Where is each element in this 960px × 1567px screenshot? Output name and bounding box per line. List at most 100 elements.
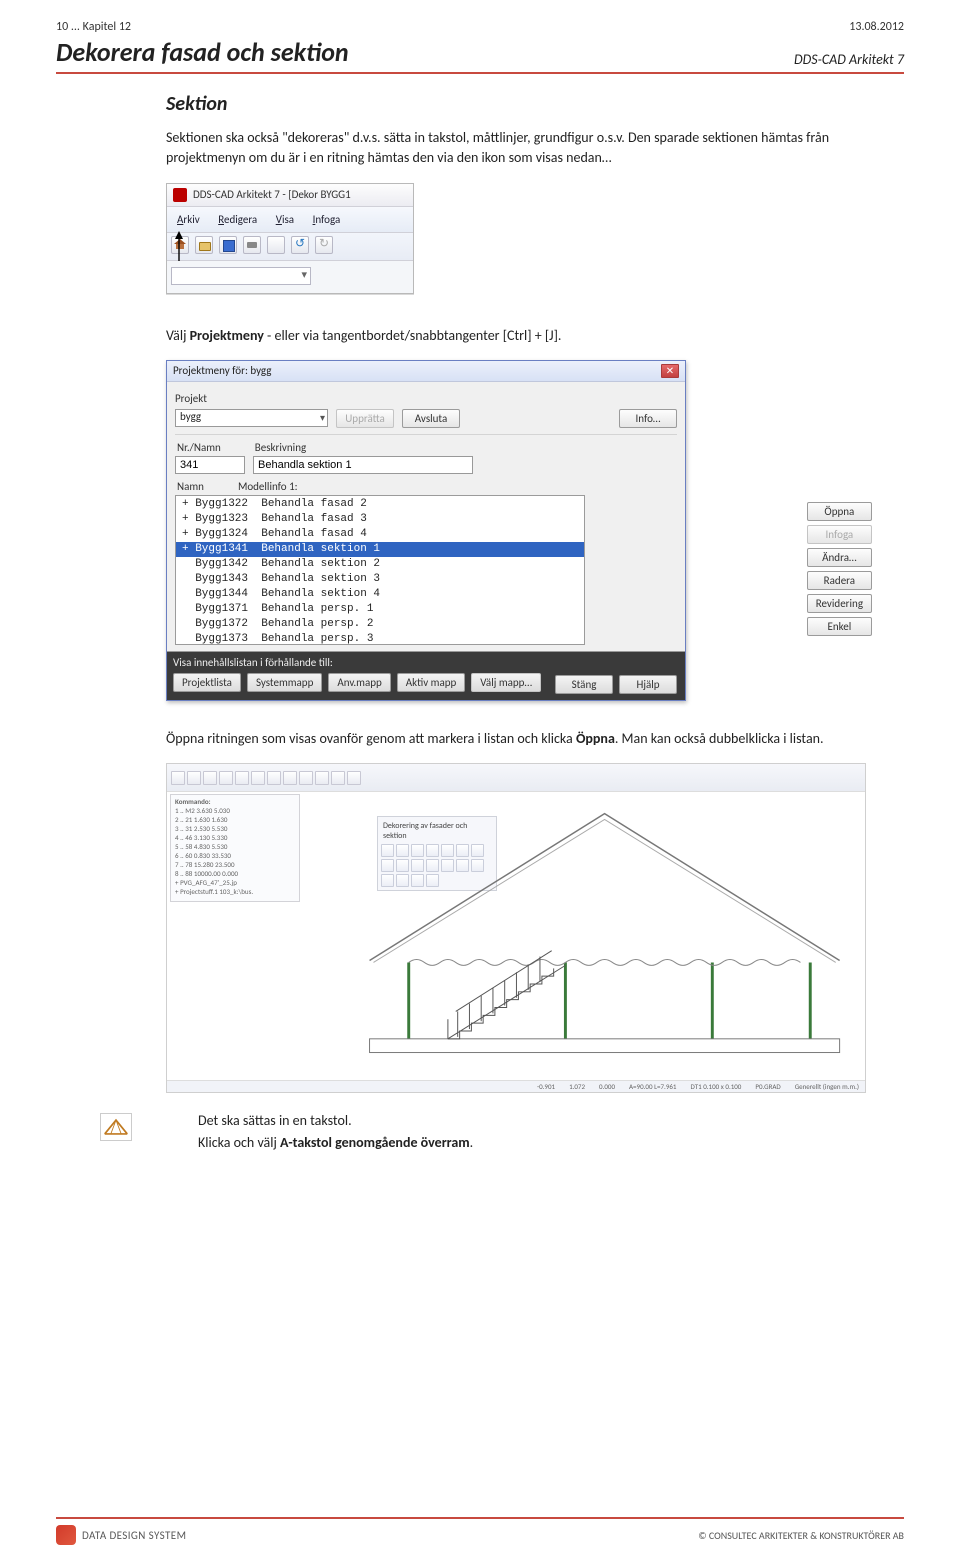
avsluta-button[interactable]: Avsluta — [402, 409, 460, 428]
tool-icon-generic[interactable] — [203, 771, 217, 785]
list-item[interactable]: + Bygg1323 Behandla fasad 3 — [176, 512, 584, 527]
tool-icon-generic[interactable] — [299, 771, 313, 785]
mid-paragraph: Välj Projektmeny - eller via tangentbord… — [166, 326, 884, 346]
tool-icon-generic[interactable] — [187, 771, 201, 785]
aktivmapp-button[interactable]: Aktiv mapp — [397, 673, 466, 692]
tool-icon-generic[interactable] — [219, 771, 233, 785]
menu-arkiv[interactable]: AArkivrkiv — [169, 211, 208, 228]
end-line-1: Det ska sättas in en takstol. — [166, 1111, 884, 1131]
save-icon[interactable] — [219, 236, 237, 254]
number-input[interactable] — [175, 456, 245, 474]
enkel-button[interactable]: Enkel — [807, 617, 872, 636]
hjalp-button[interactable]: Hjälp — [619, 675, 677, 694]
menu-visa[interactable]: Visa — [268, 211, 302, 228]
valjmapp-button[interactable]: Välj mapp… — [471, 673, 541, 692]
cad-canvas[interactable] — [307, 794, 863, 1078]
tool-icon-generic[interactable] — [315, 771, 329, 785]
command-line: 4 .. 46 3.130 5.330 — [175, 833, 295, 842]
undo-icon[interactable] — [291, 236, 309, 254]
redo-icon[interactable] — [315, 236, 333, 254]
command-panel-title: Kommando: — [175, 797, 295, 806]
info-button[interactable]: Info… — [619, 409, 677, 428]
doc-title-row: Dekorera fasad och sektion DDS-CAD Arkit… — [56, 36, 904, 74]
list-item[interactable]: Bygg1372 Behandla persp. 2 — [176, 617, 584, 632]
description-input[interactable] — [253, 456, 473, 474]
list-item[interactable]: Bygg1343 Behandla sektion 3 — [176, 572, 584, 587]
tool-icon-generic[interactable] — [171, 771, 185, 785]
end-line-2: Klicka och välj A-takstol genomgående öv… — [166, 1133, 884, 1153]
menu-redigera[interactable]: Redigera — [210, 211, 265, 228]
app-window-snippet: DDS-CAD Arkitekt 7 - [Dekor BYGG1 AArkiv… — [166, 183, 414, 294]
footer-logo-text: DATA DESIGN SYSTEM — [82, 1529, 186, 1542]
print-icon[interactable] — [243, 236, 261, 254]
list-item[interactable]: + Bygg1324 Behandla fasad 4 — [176, 527, 584, 542]
command-line: + PVG_AFG_47'_25.jp — [175, 878, 295, 887]
command-panel: Kommando: 1 .. M2 3.630 5.030 2 .. 21 1.… — [170, 794, 300, 902]
col-beskrivning: Beskrivning — [255, 441, 306, 454]
doc-title: Dekorera fasad och sektion — [56, 36, 349, 68]
project-menu-dialog: Projektmeny för: bygg ✕ Projekt bygg Upp… — [166, 360, 686, 701]
projekt-dropdown[interactable]: bygg — [175, 409, 328, 427]
list-item-selected[interactable]: + Bygg1341 Behandla sektion 1 — [176, 542, 584, 557]
projektlista-button[interactable]: Projektlista — [173, 673, 241, 692]
model-listbox[interactable]: + Bygg1322 Behandla fasad 2 + Bygg1323 B… — [175, 495, 585, 645]
command-line: 8 .. 88 10000.00 0.000 — [175, 869, 295, 878]
systemmapp-button[interactable]: Systemmapp — [247, 673, 322, 692]
tool-icon-generic[interactable] — [283, 771, 297, 785]
app-icon — [173, 188, 187, 202]
status-cell: 1.072 — [569, 1082, 585, 1091]
tool-icon-generic[interactable] — [251, 771, 265, 785]
chapter-ref: 10 ... Kapitel 12 — [56, 20, 131, 34]
window-title: DDS-CAD Arkitekt 7 - [Dekor BYGG1 — [193, 188, 351, 201]
command-line: + Projectstuff.1 103_k:\bus. — [175, 887, 295, 896]
infoga-button[interactable]: Infoga — [807, 525, 872, 544]
oppna-button[interactable]: Öppna — [807, 502, 872, 521]
menubar: AArkivrkiv Redigera Visa Infoga — [167, 207, 413, 233]
page-footer: DATA DESIGN SYSTEM © CONSULTEC ARKITEKTE… — [56, 1517, 904, 1545]
tool-icon-generic[interactable] — [235, 771, 249, 785]
command-line: 7 .. 78 15.280 23.500 — [175, 860, 295, 869]
window-titlebar: DDS-CAD Arkitekt 7 - [Dekor BYGG1 — [167, 184, 413, 207]
command-line: 2 .. 21 1.630 1.630 — [175, 815, 295, 824]
status-cell: 0.000 — [599, 1082, 615, 1091]
status-cell: P0.GRAD — [755, 1082, 780, 1091]
intro-paragraph: Sektionen ska också "dekoreras" d.v.s. s… — [166, 128, 884, 169]
tool-icon-generic[interactable] — [267, 771, 281, 785]
list-item[interactable]: Bygg1342 Behandla sektion 2 — [176, 557, 584, 572]
radera-button[interactable]: Radera — [807, 571, 872, 590]
status-cell: -0.901 — [537, 1082, 555, 1091]
tool-icon-generic[interactable] — [331, 771, 345, 785]
dialog-title: Projektmeny för: bygg — [173, 364, 271, 377]
footer-copyright: © CONSULTEC ARKITEKTER & KONSTRUKTÖRER A… — [698, 1529, 904, 1542]
uppratta-button[interactable]: Upprätta — [336, 409, 394, 428]
layer-dropdown[interactable] — [171, 267, 311, 285]
tool-icon-generic[interactable] — [347, 771, 361, 785]
command-line: 3 .. 31 2.530 5.530 — [175, 824, 295, 833]
dialog-titlebar: Projektmeny för: bygg ✕ — [167, 361, 685, 382]
cad-statusbar: -0.901 1.072 0.000 A=90.00 L=7.961 DT1 0… — [167, 1080, 865, 1092]
command-line: 5 .. 58 4.830 5.530 — [175, 842, 295, 851]
andra-button[interactable]: Ändra… — [807, 548, 872, 567]
stang-button[interactable]: Stäng — [555, 675, 613, 694]
truss-tool-icon[interactable] — [100, 1113, 132, 1141]
section-heading: Sektion — [166, 92, 884, 116]
list-item[interactable]: Bygg1344 Behandla sektion 4 — [176, 587, 584, 602]
filter-label: Visa innehållslistan i förhållande till: — [173, 656, 679, 669]
projekt-label: Projekt — [175, 392, 245, 405]
doc-product: DDS-CAD Arkitekt 7 — [794, 51, 904, 68]
col-modellinfo: Modellinfo 1: — [238, 480, 298, 493]
list-item[interactable]: + Bygg1322 Behandla fasad 2 — [176, 497, 584, 512]
list-item[interactable]: Bygg1373 Behandla persp. 3 — [176, 632, 584, 645]
cad-toolbar — [167, 764, 865, 792]
menu-infoga[interactable]: Infoga — [305, 211, 349, 228]
list-item[interactable]: Bygg1371 Behandla persp. 1 — [176, 602, 584, 617]
revidering-button[interactable]: Revidering — [807, 594, 872, 613]
col-nr-namn: Nr./Namn — [177, 441, 221, 454]
command-line: 6 .. 60 0.830 33.530 — [175, 851, 295, 860]
tool-icon-generic[interactable] — [267, 236, 285, 254]
close-icon[interactable]: ✕ — [661, 364, 679, 378]
status-cell: A=90.00 L=7.961 — [629, 1082, 676, 1091]
status-cell: Generellt (ingen m.m.) — [795, 1082, 859, 1091]
doc-date: 13.08.2012 — [849, 20, 904, 34]
anvmapp-button[interactable]: Anv.mapp — [328, 673, 390, 692]
